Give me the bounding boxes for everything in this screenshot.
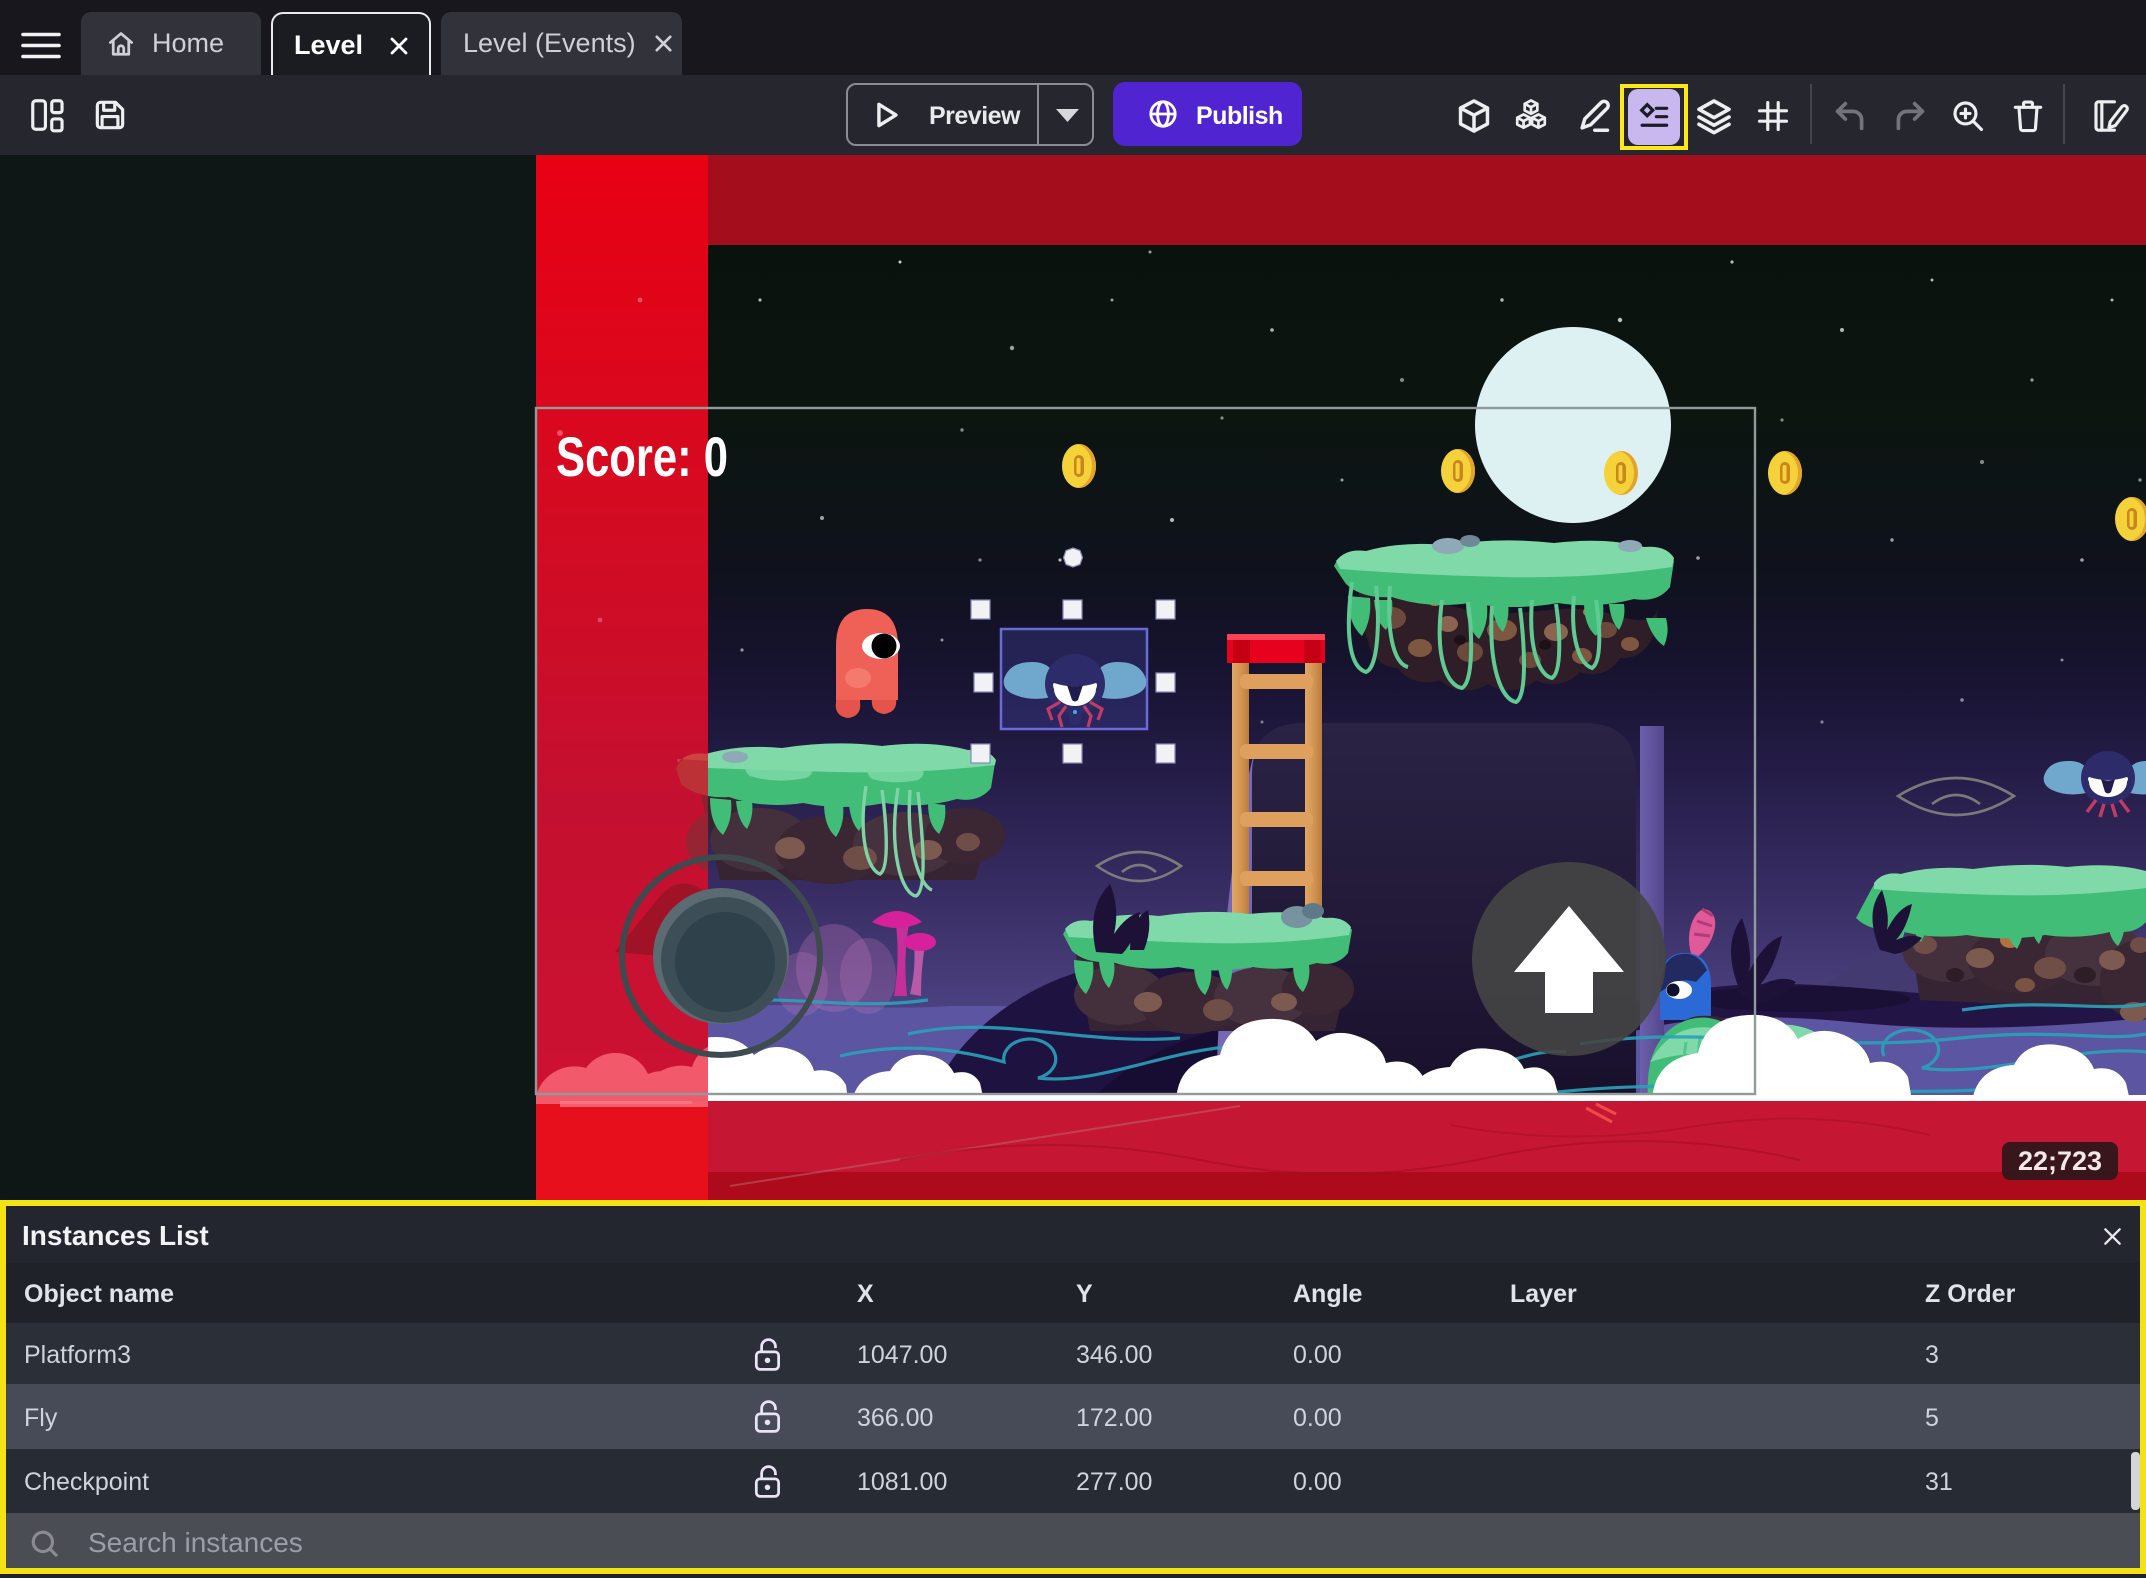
- svg-text:Score: 0: Score: 0: [556, 425, 728, 488]
- svg-text:22;723: 22;723: [2018, 1146, 2102, 1176]
